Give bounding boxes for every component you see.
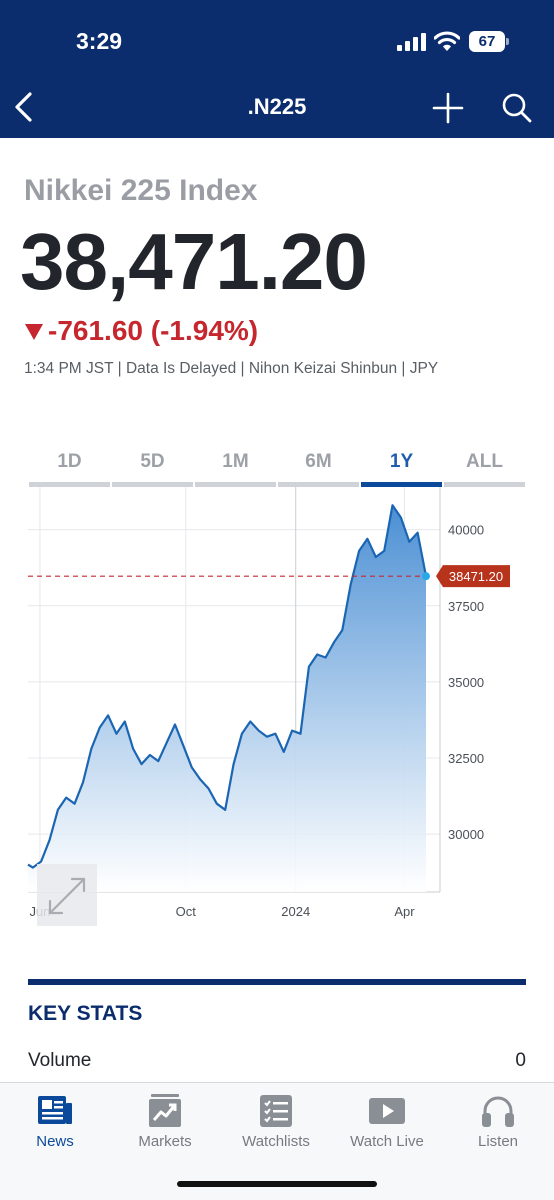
tab-label: 1D [57,451,82,472]
nav-label: Markets [138,1133,192,1150]
price-change-row: -761.60 (-1.94%) [24,313,258,349]
nav-label: Watch Live [350,1133,424,1150]
tab-1m[interactable]: 1M [194,447,277,487]
nav-markets[interactable]: Markets [110,1083,220,1163]
y-tick-label: 35000 [448,675,484,690]
add-to-watchlist-button[interactable] [430,90,466,126]
tab-label: 5D [140,451,165,472]
tab-1y[interactable]: 1Y [360,447,443,487]
wifi-icon [434,31,460,51]
search-icon[interactable] [499,90,535,126]
battery-level: 67 [469,31,505,52]
nav-listen[interactable]: Listen [443,1083,553,1163]
tab-6m[interactable]: 6M [277,447,360,487]
range-tabs: 1D 5D 1M 6M 1Y ALL [28,447,526,487]
key-stats-divider [28,979,526,985]
tab-label: 6M [305,451,332,472]
volume-value: 0 [515,1050,526,1071]
y-tick-label: 32500 [448,751,484,766]
page-title: .N225 [247,94,307,119]
y-tick-label: 40000 [448,523,484,538]
current-value-label: 38471.20 [449,569,503,584]
key-stats-title: KEY STATS [28,1002,143,1025]
nav-label: News [36,1133,74,1150]
app-screen: 3:29 67 .N225 Nikkei 225 Index 38,471.20… [0,0,554,1200]
cell-signal-icon [397,33,426,51]
x-tick-label: 2024 [281,904,310,919]
watchlists-icon [260,1095,292,1127]
battery-icon: 67 [469,31,509,52]
current-value-marker [422,572,430,581]
battery-tip [506,38,509,45]
back-button[interactable] [8,88,38,126]
tab-all[interactable]: ALL [443,447,526,487]
down-arrow-icon [25,324,43,340]
tab-label: 1Y [389,451,414,472]
listen-icon [482,1096,514,1127]
news-icon [38,1096,72,1124]
tab-1d[interactable]: 1D [28,447,111,487]
expand-chart-button[interactable] [37,864,97,926]
markets-icon [149,1094,181,1127]
price-area [28,505,426,892]
app-header: 3:29 67 .N225 [0,0,554,138]
x-tick-label: Oct [176,904,197,919]
watch-live-icon [369,1098,405,1124]
nav-label: Watchlists [242,1133,310,1150]
price-chart[interactable]: 3000032500350003750040000JunOct2024Apr38… [0,487,554,927]
nav-news[interactable]: News [0,1083,110,1163]
nav-watch-live[interactable]: Watch Live [332,1083,442,1163]
price-change: -761.60 (-1.94%) [48,315,259,346]
tab-5d[interactable]: 5D [111,447,194,487]
status-time: 3:29 [76,28,123,54]
x-tick-label: Apr [394,904,415,919]
tab-label: 1M [222,451,249,472]
index-price: 38,471.20 [20,217,368,306]
expand-icon [48,877,86,915]
volume-label: Volume [28,1050,92,1071]
home-indicator [177,1181,377,1187]
y-tick-label: 30000 [448,827,484,842]
quote-meta: 1:34 PM JST | Data Is Delayed | Nihon Ke… [24,360,439,377]
nav-label: Listen [477,1133,519,1150]
index-name: Nikkei 225 Index [24,174,258,207]
y-tick-label: 37500 [448,599,484,614]
nav-watchlists[interactable]: Watchlists [221,1083,331,1163]
tab-label: ALL [466,451,503,472]
